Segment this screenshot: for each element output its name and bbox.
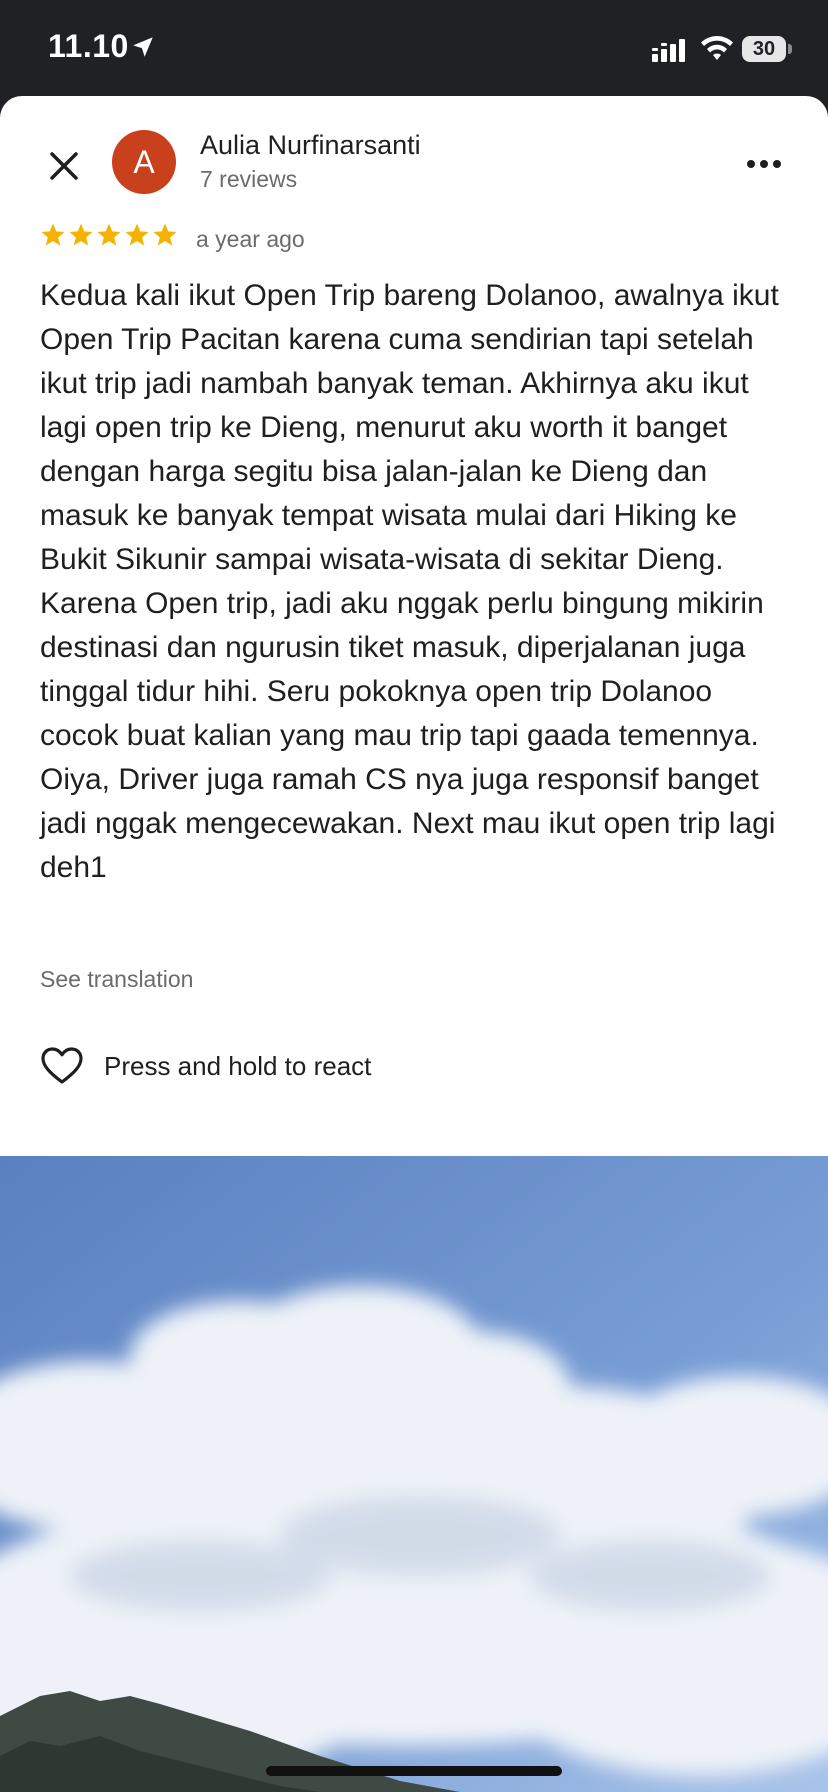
sky-clouds-image — [0, 1156, 828, 1792]
star-icon — [97, 223, 121, 246]
battery-indicator: 30 — [742, 36, 786, 62]
star-icon — [69, 223, 93, 246]
heart-outline-icon — [41, 1047, 83, 1084]
close-icon — [50, 152, 78, 180]
react-button[interactable]: Press and hold to react — [40, 1046, 371, 1086]
wifi-icon — [701, 36, 733, 60]
home-indicator[interactable] — [266, 1766, 562, 1776]
battery-cap — [788, 44, 792, 54]
review-date: a year ago — [196, 226, 305, 252]
star-icon — [41, 223, 65, 246]
status-bar: 11.10 30 — [0, 0, 828, 96]
avatar-initial: A — [133, 143, 155, 180]
signal-icon — [652, 39, 685, 62]
status-time: 11.10 — [48, 28, 129, 64]
avatar[interactable]: A — [112, 130, 176, 194]
review-photo[interactable] — [0, 1156, 828, 1792]
star-icon — [125, 223, 149, 246]
more-options-button[interactable] — [736, 140, 792, 188]
star-rating — [40, 222, 178, 248]
location-arrow-icon — [133, 37, 153, 57]
reviewer-name[interactable]: Aulia Nurfinarsanti — [200, 130, 421, 161]
more-icon — [747, 160, 781, 168]
reviewer-review-count: 7 reviews — [200, 166, 298, 192]
battery-level: 30 — [752, 37, 776, 60]
react-label: Press and hold to react — [104, 1050, 372, 1081]
see-translation-link[interactable]: See translation — [40, 966, 193, 993]
close-button[interactable] — [38, 140, 90, 192]
review-text: Kedua kali ikut Open Trip bareng Dolanoo… — [40, 279, 779, 884]
review-sheet: A Aulia Nurfinarsanti 7 reviews a year a… — [0, 96, 828, 1156]
star-icon — [153, 223, 177, 246]
